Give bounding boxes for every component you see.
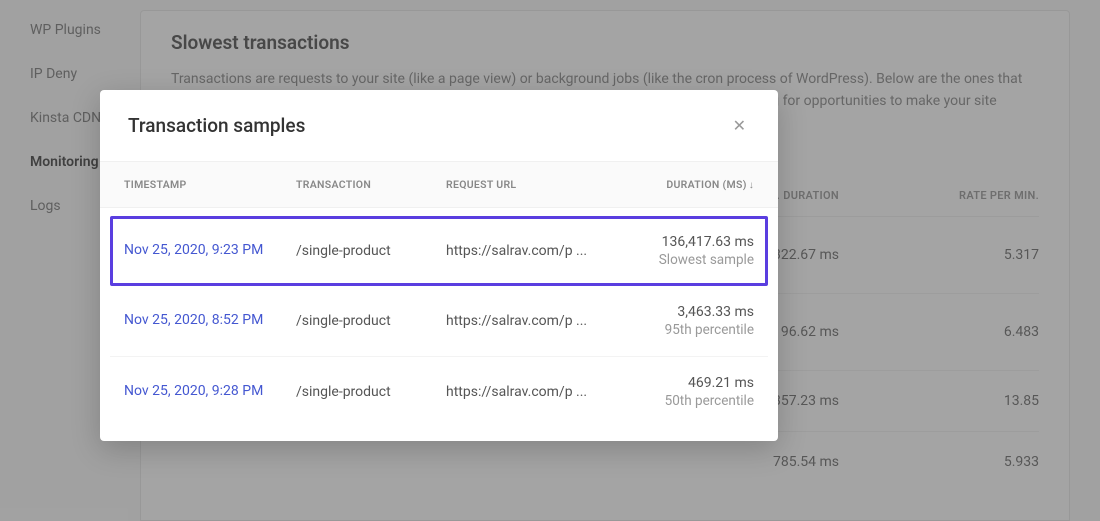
request-url-cell: https://salrav.com/p ... (446, 384, 616, 400)
request-url-cell: https://salrav.com/p ... (446, 313, 616, 329)
sample-label: 95th percentile (616, 322, 754, 338)
request-url-cell: https://salrav.com/p ... (446, 243, 616, 259)
transaction-cell: /single-product (296, 384, 446, 400)
duration-value: 3,463.33 ms (616, 304, 754, 320)
sample-label: 50th percentile (616, 393, 754, 409)
sample-row[interactable]: Nov 25, 2020, 8:52 PM /single-product ht… (110, 286, 768, 357)
sample-row[interactable]: Nov 25, 2020, 9:28 PM /single-product ht… (110, 357, 768, 427)
sort-desc-icon: ↓ (749, 180, 754, 191)
modal-table-body: Nov 25, 2020, 9:23 PM /single-product ht… (100, 208, 778, 441)
col-timestamp-header[interactable]: TIMESTAMP (116, 178, 296, 191)
duration-value: 469.21 ms (616, 375, 754, 391)
col-duration-label: DURATION (MS) (666, 178, 746, 191)
transaction-cell: /single-product (296, 243, 446, 259)
col-duration-header[interactable]: DURATION (MS)↓ (616, 178, 762, 191)
timestamp-link[interactable]: Nov 25, 2020, 8:52 PM (116, 311, 296, 331)
transaction-cell: /single-product (296, 313, 446, 329)
sample-row[interactable]: Nov 25, 2020, 9:23 PM /single-product ht… (110, 216, 768, 286)
modal-table-header: TIMESTAMP TRANSACTION REQUEST URL DURATI… (100, 161, 778, 208)
sample-label: Slowest sample (616, 252, 754, 268)
close-icon[interactable]: ✕ (729, 112, 750, 139)
col-request-url-header[interactable]: REQUEST URL (446, 178, 616, 191)
duration-value: 136,417.63 ms (616, 234, 754, 250)
timestamp-link[interactable]: Nov 25, 2020, 9:23 PM (116, 241, 296, 261)
transaction-samples-modal: Transaction samples ✕ TIMESTAMP TRANSACT… (100, 90, 778, 441)
col-transaction-header[interactable]: TRANSACTION (296, 178, 446, 191)
modal-title: Transaction samples (128, 114, 305, 137)
timestamp-link[interactable]: Nov 25, 2020, 9:28 PM (116, 382, 296, 402)
